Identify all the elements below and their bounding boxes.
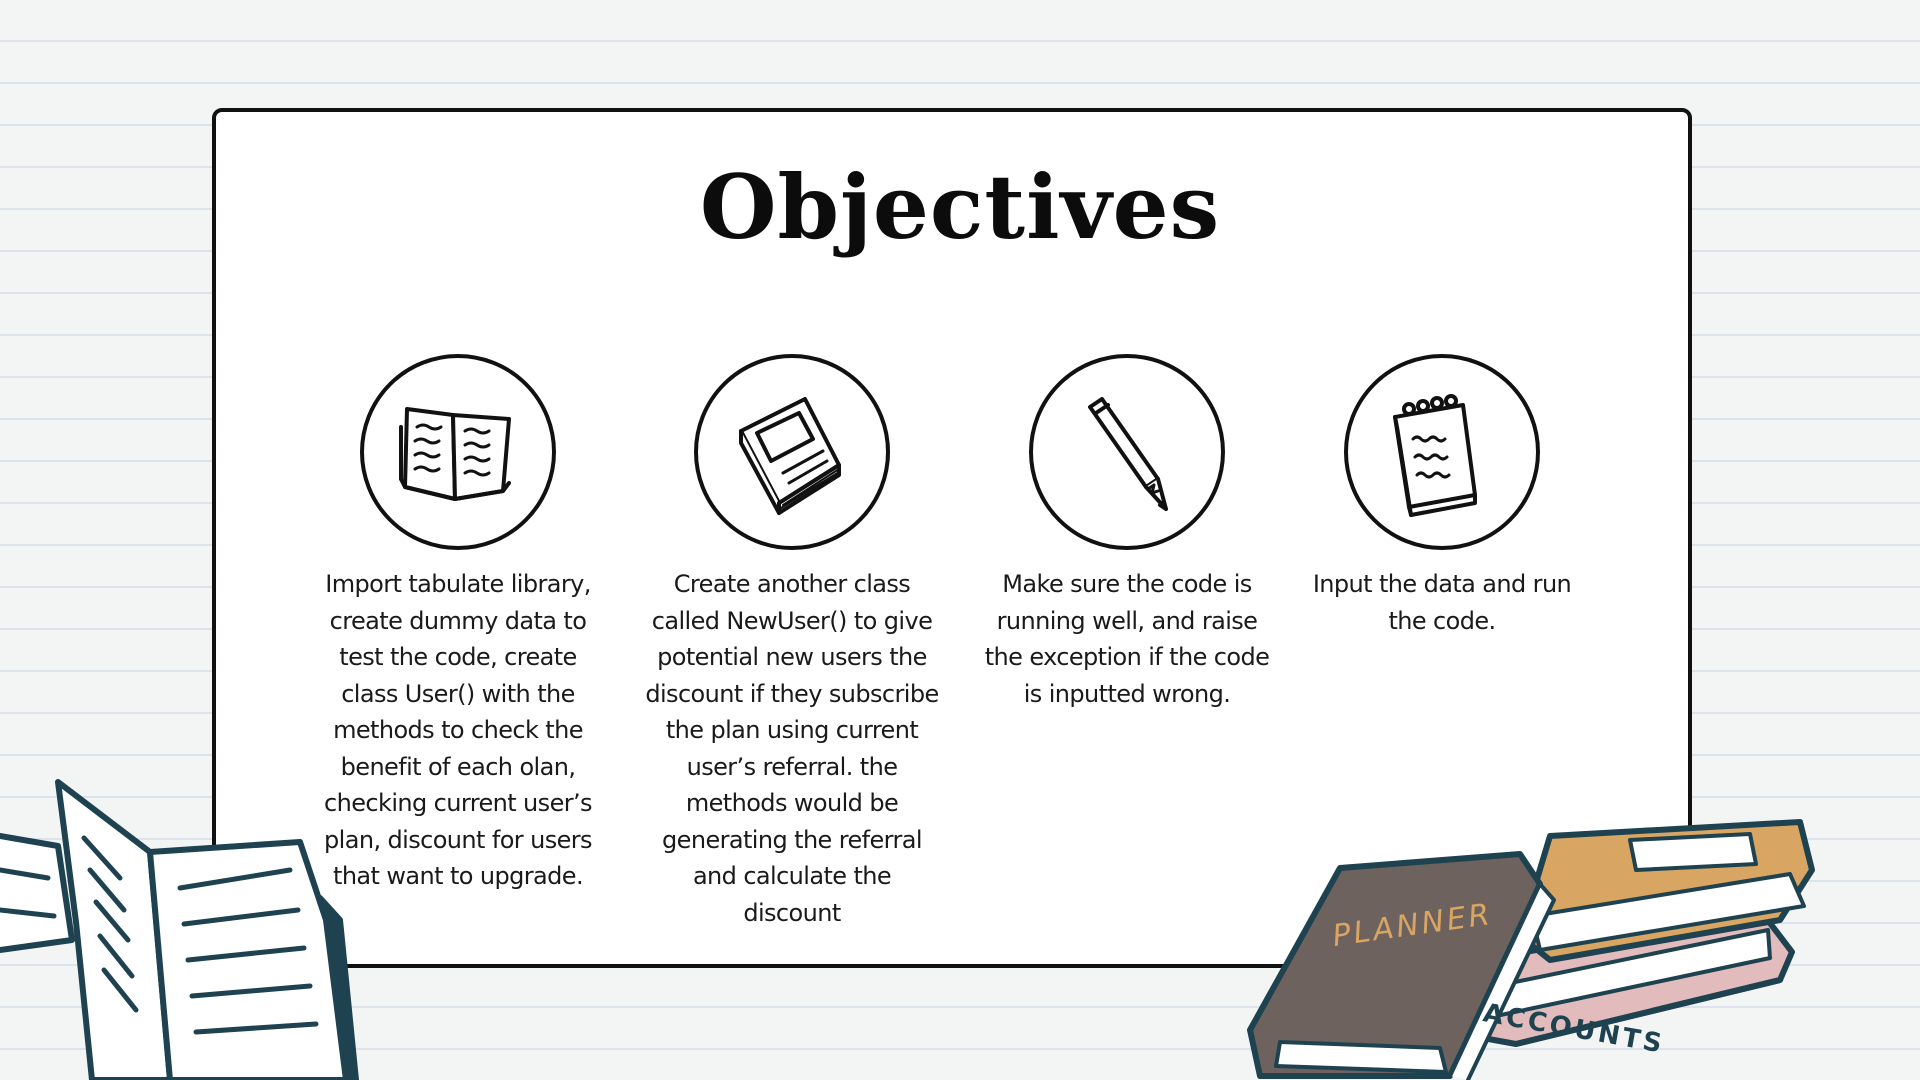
objective-item: Make sure the code is running well, and …	[977, 354, 1277, 712]
objective-text: Make sure the code is running well, and …	[984, 570, 1270, 708]
notepad-icon	[1344, 354, 1540, 550]
book-stack-illustration	[1247, 819, 1815, 1080]
objective-text: Input the data and run the code.	[1312, 570, 1572, 635]
slide-title: Objectives	[699, 155, 1221, 259]
closed-book-icon	[694, 354, 890, 550]
open-book-illustration	[0, 779, 359, 1080]
objective-item: Create another class called NewUser() to…	[642, 354, 942, 931]
objective-text: Create another class called NewUser() to…	[645, 570, 939, 927]
pencil-icon	[1029, 354, 1225, 550]
open-book-icon	[360, 354, 556, 550]
objective-item: Input the data and run the code.	[1292, 354, 1592, 639]
